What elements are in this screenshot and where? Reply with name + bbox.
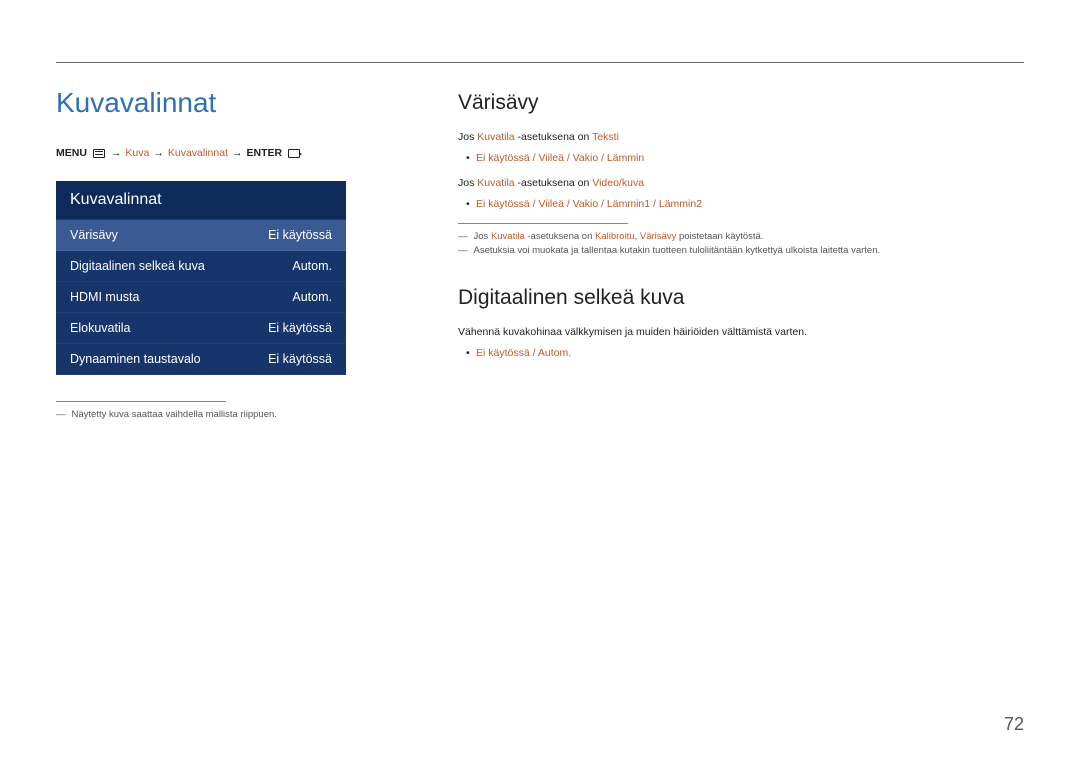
menu-row-digitaalinen[interactable]: Digitaalinen selkeä kuva Autom.	[56, 251, 346, 282]
footnote-dash: ―	[458, 230, 468, 244]
menu-row-value: Ei käytössä	[268, 352, 332, 366]
page-number: 72	[1004, 714, 1024, 735]
menu-panel: Kuvavalinnat Värisävy Ei käytössä Digita…	[56, 181, 346, 375]
text-accent: Värisävy	[640, 231, 676, 242]
varisavy-line2: Jos Kuvatila -asetuksena on Video/kuva	[458, 175, 1024, 193]
breadcrumb-arrow: →	[111, 147, 122, 159]
breadcrumb-enter-label: ENTER	[246, 147, 282, 159]
footnote-dash: ―	[458, 244, 468, 258]
left-footnote: ― Näytetty kuva saattaa vaihdella mallis…	[56, 408, 346, 422]
section-digitaalinen: Digitaalinen selkeä kuva Vähennä kuvakoh…	[458, 286, 1024, 364]
text: -asetuksena on	[525, 231, 595, 242]
digi-line: Vähennä kuvakohinaa välkkymisen ja muide…	[458, 324, 1024, 342]
footnote-text: Näytetty kuva saattaa vaihdella mallista…	[72, 408, 277, 422]
breadcrumb: MENU → Kuva → Kuvavalinnat → ENTER	[56, 147, 346, 159]
breadcrumb-item-kuva: Kuva	[125, 147, 149, 159]
page-title: Kuvavalinnat	[56, 87, 346, 119]
note1: ― Jos Kuvatila -asetuksena on Kalibroitu…	[458, 230, 1024, 244]
menu-icon	[93, 149, 105, 158]
bullet-text: Ei käytössä / Autom.	[476, 347, 571, 359]
text: -asetuksena on	[515, 131, 592, 143]
breadcrumb-arrow: →	[153, 147, 164, 159]
menu-row-elokuvatila[interactable]: Elokuvatila Ei käytössä	[56, 313, 346, 344]
text-accent: Kuvatila	[477, 131, 514, 143]
text: Jos	[474, 231, 491, 242]
text: Jos	[458, 131, 477, 143]
menu-row-label: Digitaalinen selkeä kuva	[70, 259, 205, 273]
breadcrumb-menu-label: MENU	[56, 147, 87, 159]
digi-bullets: Ei käytössä / Autom.	[466, 344, 1024, 364]
varisavy-notes: ― Jos Kuvatila -asetuksena on Kalibroitu…	[458, 223, 1024, 259]
top-rule	[56, 62, 1024, 63]
varisavy-bullets2: Ei käytössä / Viileä / Vakio / Lämmin1 /…	[466, 195, 1024, 215]
text: -asetuksena on	[515, 177, 593, 189]
section-title: Digitaalinen selkeä kuva	[458, 286, 1024, 310]
enter-icon	[288, 149, 300, 158]
varisavy-bullets1: Ei käytössä / Viileä / Vakio / Lämmin	[466, 149, 1024, 169]
footnote-dash: ―	[56, 408, 66, 422]
menu-row-value: Autom.	[292, 259, 332, 273]
menu-row-label: Värisävy	[70, 228, 118, 242]
menu-row-value: Autom.	[292, 290, 332, 304]
menu-row-value: Ei käytössä	[268, 321, 332, 335]
note2: ― Asetuksia voi muokata ja tallentaa kut…	[458, 244, 1024, 258]
text-accent: Kuvatila	[491, 231, 525, 242]
menu-panel-header: Kuvavalinnat	[56, 181, 346, 220]
text-accent: Teksti	[592, 131, 619, 143]
menu-row-label: HDMI musta	[70, 290, 139, 304]
varisavy-line1: Jos Kuvatila -asetuksena on Teksti	[458, 129, 1024, 147]
text: poistetaan käytöstä.	[676, 231, 763, 242]
menu-row-value: Ei käytössä	[268, 228, 332, 242]
text-accent: Kuvatila	[477, 177, 514, 189]
menu-row-label: Dynaaminen taustavalo	[70, 352, 201, 366]
menu-row-hdmi-musta[interactable]: HDMI musta Autom.	[56, 282, 346, 313]
note1-text: Jos Kuvatila -asetuksena on Kalibroitu, …	[474, 230, 764, 244]
bullet-text: Ei käytössä / Viileä / Vakio / Lämmin1 /…	[476, 198, 702, 210]
text: Jos	[458, 177, 477, 189]
note-rule	[458, 223, 628, 224]
menu-row-varisavy[interactable]: Värisävy Ei käytössä	[56, 220, 346, 251]
note2-text: Asetuksia voi muokata ja tallentaa kutak…	[474, 244, 881, 258]
section-title: Värisävy	[458, 91, 1024, 115]
menu-row-label: Elokuvatila	[70, 321, 130, 335]
bullet-text: Ei käytössä / Viileä / Vakio / Lämmin	[476, 152, 644, 164]
footnote-rule	[56, 401, 226, 402]
section-varisavy: Värisävy Jos Kuvatila -asetuksena on Tek…	[458, 91, 1024, 258]
breadcrumb-arrow: →	[232, 147, 243, 159]
text-accent: Kalibroitu	[595, 231, 635, 242]
breadcrumb-item-kuvavalinnat: Kuvavalinnat	[168, 147, 228, 159]
menu-row-dynaaminen[interactable]: Dynaaminen taustavalo Ei käytössä	[56, 344, 346, 375]
text-accent: Video/kuva	[592, 177, 644, 189]
